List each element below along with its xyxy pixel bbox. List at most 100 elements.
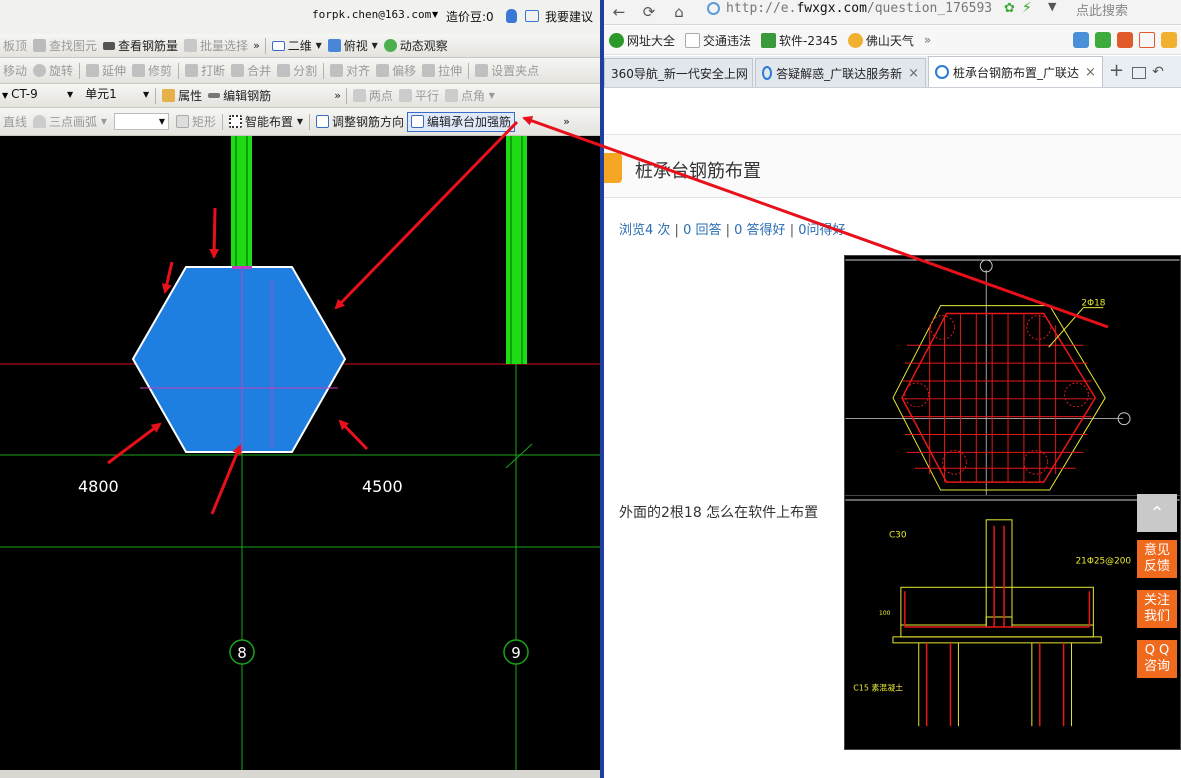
reader-icon[interactable] — [1095, 32, 1111, 48]
tool-merge[interactable]: 合并 — [228, 61, 274, 81]
more-chevron-icon[interactable]: » — [334, 89, 341, 102]
suggest-link[interactable]: 我要建议 — [545, 8, 593, 25]
bookmarks-bar: 网址大全 交通违法 软件-2345 佛山天气 » — [604, 26, 1181, 55]
follow-us-button[interactable]: 关注 我们 — [1137, 590, 1177, 628]
properties-button[interactable]: 属性 — [159, 86, 205, 106]
tool-line[interactable]: 直线 — [0, 112, 30, 132]
apps-icon[interactable] — [1073, 32, 1089, 48]
tool-move[interactable]: 移动 — [0, 61, 30, 81]
tool-label: 俯视 — [343, 39, 368, 53]
question-stats: 浏览4 次 | 0 回答 | 0 答得好 | 0问得好 — [619, 219, 846, 238]
bell-icon[interactable] — [506, 9, 517, 23]
button-line: 反馈 — [1143, 559, 1170, 574]
lightning-icon[interactable]: ⚡ — [1022, 0, 1032, 16]
question-header: 桩承台钢筋布置 — [604, 134, 1181, 198]
tool-align[interactable]: 对齐 — [327, 61, 373, 81]
tool-rotate[interactable]: 旋转 — [30, 61, 76, 81]
edit-rebar-button[interactable]: 编辑钢筋 — [205, 86, 274, 106]
tool-label: 打断 — [201, 64, 226, 78]
merge-icon — [231, 64, 245, 77]
tool-split[interactable]: 分割 — [274, 61, 320, 81]
button-line: 我们 — [1143, 609, 1170, 624]
arc-option-select[interactable]: ▼ — [114, 113, 170, 130]
chevron-down-icon[interactable]: ▼ — [1048, 0, 1056, 13]
adjust-direction-icon — [316, 115, 330, 128]
tool-find-element[interactable]: 查找图元 — [30, 36, 100, 56]
home-icon[interactable]: ⌂ — [664, 1, 694, 23]
snap-two-points[interactable]: 两点 — [350, 86, 396, 106]
chat-icon[interactable] — [525, 10, 539, 22]
drawing-canvas[interactable]: 4800 4500 8 9 — [0, 136, 601, 770]
bookmark-item[interactable]: 网址大全 — [604, 32, 680, 49]
pencil-icon — [208, 93, 221, 98]
weather-icon — [847, 32, 863, 48]
tool-rectangle[interactable]: 矩形 — [173, 112, 219, 132]
dimension-label-left: 4800 — [78, 477, 119, 496]
column-left[interactable] — [231, 136, 252, 266]
extension-icon[interactable] — [1161, 32, 1177, 48]
snap-parallel[interactable]: 平行 — [396, 86, 442, 106]
bookmark-item[interactable]: 软件-2345 — [756, 32, 843, 49]
tool-2d[interactable]: 二维 ▼ — [269, 36, 325, 56]
column-right[interactable] — [506, 136, 527, 364]
tool-view-rebar-amount[interactable]: 查看钢筋量 — [100, 36, 181, 56]
good-question-count[interactable]: 0问得好 — [798, 223, 845, 238]
qq-consult-button[interactable]: Q Q 咨询 — [1137, 640, 1177, 678]
bookmark-item[interactable]: 佛山天气 — [843, 32, 919, 49]
refresh-icon[interactable]: ⟳ — [634, 1, 664, 23]
adjust-rebar-direction-button[interactable]: 调整钢筋方向 — [313, 112, 407, 132]
search-input[interactable]: 点此搜索 — [1072, 0, 1181, 19]
edit-cap-icon — [411, 115, 425, 128]
restore-tabs-icon[interactable] — [1132, 67, 1147, 79]
tool-batch-select[interactable]: 批量选择 — [181, 36, 251, 56]
hexagon-pile-cap[interactable] — [131, 266, 347, 453]
answers-count[interactable]: 0 回答 — [683, 223, 721, 238]
feedback-button[interactable]: 意见 反馈 — [1137, 540, 1177, 578]
tool-label: 延伸 — [102, 64, 127, 78]
tool-dynamic-view[interactable]: 动态观察 — [381, 36, 451, 56]
component-select[interactable]: CT-9 ▼ — [8, 87, 76, 104]
tool-extend[interactable]: 延伸 — [83, 61, 129, 81]
calendar-icon[interactable] — [1117, 32, 1133, 48]
back-to-top-button[interactable]: ⌃ — [1137, 494, 1177, 532]
tool-trim[interactable]: 修剪 — [129, 61, 175, 81]
separator — [309, 113, 311, 130]
bookmark-item[interactable]: 交通违法 — [680, 32, 756, 49]
tool-three-point-arc[interactable]: 三点画弧 ▼ — [30, 112, 110, 132]
more-chevron-icon[interactable]: » — [253, 39, 260, 52]
new-tab-icon[interactable]: + — [1109, 60, 1124, 81]
tab-360-nav[interactable]: 360导航_新一代安全上网 — [604, 58, 753, 87]
tool-set-grip[interactable]: 设置夹点 — [472, 61, 542, 81]
tool-top-view[interactable]: 俯视 ▼ — [325, 36, 381, 56]
axis-tick — [505, 443, 533, 469]
software-icon — [761, 32, 777, 48]
font-icon[interactable] — [1139, 32, 1155, 48]
tab-pile-cap[interactable]: 桩承台钢筋布置_广联达 × — [928, 56, 1103, 87]
back-icon[interactable]: ← — [604, 1, 634, 23]
login-email[interactable]: forpk.chen@163.com — [312, 8, 431, 21]
undo-close-icon[interactable]: ↶ — [1152, 64, 1164, 80]
button-line: 咨询 — [1143, 659, 1170, 674]
tool-board-top[interactable]: 板顶 — [0, 36, 30, 56]
tab-qa[interactable]: 答疑解惑_广联达服务新 × — [755, 58, 926, 87]
component-value: CT-9 — [11, 87, 38, 101]
views-count[interactable]: 浏览4 次 — [619, 223, 670, 238]
close-icon[interactable]: × — [908, 66, 919, 81]
more-bookmarks-icon[interactable]: » — [919, 33, 936, 47]
smart-layout-button[interactable]: 智能布置 ▼ — [226, 112, 306, 132]
good-answer-count[interactable]: 0 答得好 — [734, 223, 785, 238]
close-icon[interactable]: × — [1085, 65, 1096, 80]
security-icon: ✿ — [1004, 1, 1015, 16]
more-chevron-icon[interactable]: » — [563, 115, 570, 128]
snap-point-angle[interactable]: 点角 ▼ — [442, 86, 498, 106]
smart-layout-icon — [229, 115, 243, 128]
unit-select[interactable]: 单元1 ▼ — [82, 87, 152, 104]
tool-break[interactable]: 打断 — [182, 61, 228, 81]
edit-cap-reinforcement-button[interactable]: 编辑承台加强筋 — [407, 111, 516, 132]
split-icon — [277, 64, 291, 77]
tool-offset[interactable]: 偏移 — [373, 61, 419, 81]
blinding-label: C15 素混凝土 — [853, 682, 903, 692]
login-dropdown-icon[interactable]: ▼ — [432, 10, 438, 19]
axis-label-8: 8 — [237, 644, 247, 662]
tool-stretch[interactable]: 拉伸 — [419, 61, 465, 81]
